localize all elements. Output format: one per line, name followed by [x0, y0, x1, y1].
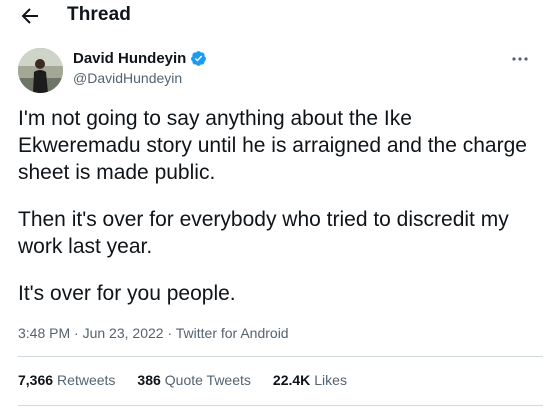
likes-label: Likes: [314, 372, 347, 388]
page-title: Thread: [67, 4, 131, 25]
verified-badge-icon: [190, 50, 207, 67]
author-handle[interactable]: @DavidHundeyin: [73, 70, 182, 86]
back-button[interactable]: [18, 4, 42, 28]
divider: [18, 405, 543, 406]
tweet-date[interactable]: Jun 23, 2022: [83, 325, 164, 341]
likes-count: 22.4K: [272, 372, 311, 388]
tweet-line: sheet is made public.: [18, 161, 216, 184]
thread-header: Thread: [0, 0, 553, 32]
tweet-line: I'm not going to say anything about the …: [18, 107, 412, 130]
tweet-metadata: 3:48 PM · Jun 23, 2022 · Twitter for And…: [18, 325, 289, 341]
author-name-row: David Hundeyin: [73, 50, 207, 67]
more-options-button[interactable]: [509, 50, 531, 68]
tweet-line: Ekweremadu story until he is arraigned a…: [18, 134, 527, 157]
retweets-stat[interactable]: 7,366 Retweets: [18, 372, 115, 388]
tweet-source[interactable]: Twitter for Android: [176, 325, 289, 341]
author-name[interactable]: David Hundeyin: [73, 50, 186, 67]
tweet-line: It's over for you people.: [18, 282, 236, 305]
tweet-stats: 7,366 Retweets 386 Quote Tweets 22.4K Likes: [18, 372, 369, 388]
tweet-time[interactable]: 3:48 PM: [18, 325, 70, 341]
tweet-line: work last year.: [18, 235, 153, 258]
divider: [18, 356, 543, 357]
likes-stat[interactable]: 22.4K Likes: [273, 372, 347, 388]
quote-tweets-label: Quote Tweets: [164, 372, 251, 388]
tweet-text: I'm not going to say anything about the …: [18, 105, 543, 307]
retweets-label: Retweets: [57, 372, 116, 388]
meta-separator: ·: [70, 325, 83, 341]
avatar[interactable]: [18, 48, 63, 93]
meta-separator: ·: [163, 325, 176, 341]
more-horizontal-icon: [512, 57, 528, 61]
tweet-line: Then it's over for everybody who tried t…: [18, 208, 509, 231]
quote-tweets-stat[interactable]: 386 Quote Tweets: [137, 372, 251, 388]
quote-tweets-count: 386: [137, 372, 161, 388]
arrow-left-icon: [21, 8, 38, 24]
retweets-count: 7,366: [18, 372, 54, 388]
